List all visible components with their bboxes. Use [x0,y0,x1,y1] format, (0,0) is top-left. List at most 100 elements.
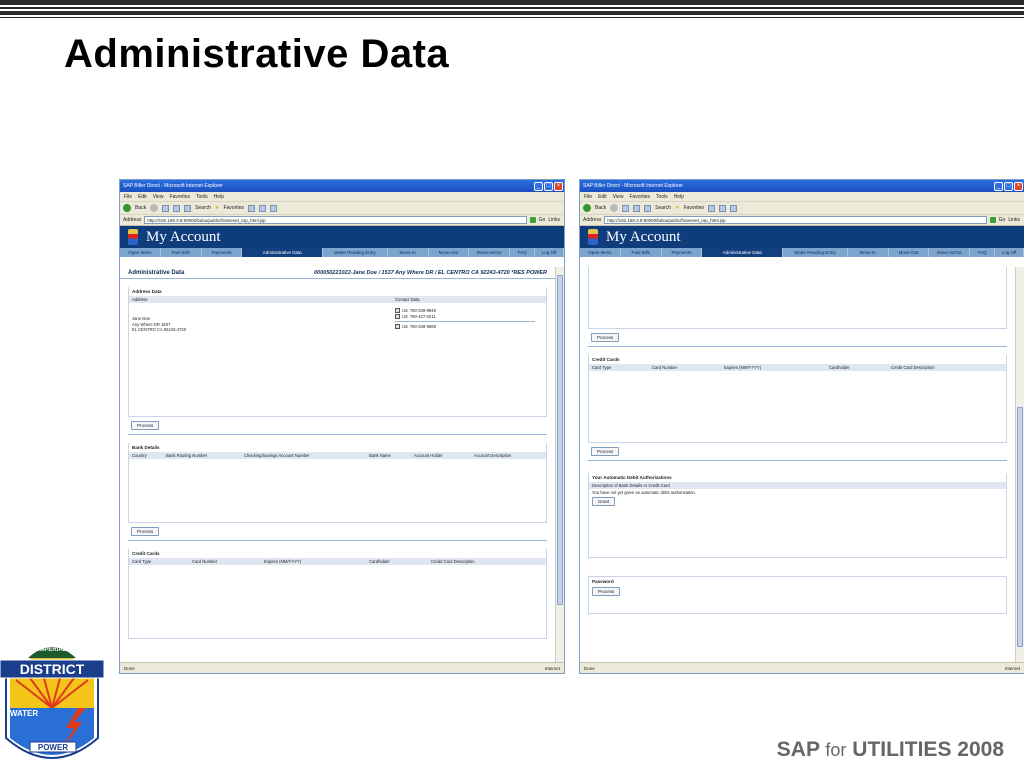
links-button[interactable]: Links [548,217,560,223]
phone-row: US 760-339-9946 [395,308,535,313]
tab-faq[interactable]: FAQ [970,248,996,257]
logo-arc-text: IMPERIAL [38,647,67,653]
tab-faq[interactable]: FAQ [510,248,536,257]
tab-open-items[interactable]: Open Items [580,248,621,257]
maximize-icon[interactable]: □ [1004,181,1013,191]
tab-move-in-out[interactable]: Move-In/Out [469,248,511,257]
history-icon[interactable] [708,204,716,212]
tab-log-off[interactable]: Log Off [995,248,1024,257]
section-title: Bank Details [132,445,160,450]
tab-move-out[interactable]: Move-Out [429,248,470,257]
tab-paid-bills[interactable]: Paid Bills [161,248,202,257]
search-button[interactable]: Search [655,205,671,211]
tab-move-in[interactable]: Move-In [388,248,429,257]
tab-water-reading-entry[interactable]: Water Reading Entry [323,248,388,257]
tab-administrative-data[interactable]: Administrative Data [702,248,784,257]
refresh-icon[interactable] [633,204,641,212]
grant-button[interactable]: Grant [592,496,616,506]
menu-view[interactable]: View [153,194,164,200]
logo-word-district: DISTRICT [20,661,85,677]
menu-help[interactable]: Help [674,194,684,200]
status-bar: Done Internet [580,662,1024,673]
menu-edit[interactable]: Edit [598,194,607,200]
scrollbar-thumb[interactable] [1017,407,1023,647]
process-button[interactable]: Process [592,587,621,596]
back-button[interactable]: Back [595,205,606,211]
favorites-star-icon[interactable]: ★ [215,205,219,211]
scrollbar-thumb[interactable] [557,275,563,605]
forward-icon[interactable] [610,204,619,212]
menu-edit[interactable]: Edit [138,194,147,200]
tab-payments[interactable]: Payments [202,248,243,257]
tab-move-out[interactable]: Move-Out [889,248,930,257]
window-title: SAP Biller Direct - Microsoft Internet E… [583,183,683,189]
go-icon[interactable] [989,217,996,223]
minimize-icon[interactable]: _ [534,181,543,191]
tab-log-off[interactable]: Log Off [535,248,564,257]
tab-administrative-data[interactable]: Administrative Data [242,248,324,257]
menu-tools[interactable]: Tools [196,194,208,200]
go-button[interactable]: Go [539,217,546,223]
url-input[interactable]: http://192.168.3.8:50000/bdsu/public/fra… [604,216,987,224]
status-zone: Internet [544,665,560,671]
home-icon[interactable] [644,204,652,212]
close-icon[interactable]: × [554,181,563,191]
portal-banner: My Account [580,226,1024,248]
go-button[interactable]: Go [999,217,1006,223]
col-bank-name: Bank Name [369,453,391,458]
forward-icon[interactable] [150,204,159,212]
contact-block: US 760-339-9946 US 760-427-0211 US 760-3… [395,307,535,333]
close-icon[interactable]: × [1014,181,1023,191]
tab-water-reading-entry[interactable]: Water Reading Entry [783,248,848,257]
favorites-button[interactable]: Favorites [223,205,244,211]
menu-favorites[interactable]: Favorites [629,194,650,200]
menu-file[interactable]: File [124,194,132,200]
process-button[interactable]: Process [591,447,620,456]
print-icon[interactable] [270,204,278,212]
links-button[interactable]: Links [1008,217,1020,223]
tab-payments[interactable]: Payments [662,248,703,257]
footer-brand-sap: SAP [776,738,820,761]
menu-file[interactable]: File [584,194,592,200]
home-icon[interactable] [184,204,192,212]
tab-move-in[interactable]: Move-In [848,248,889,257]
tab-move-in-out[interactable]: Move-In/Out [929,248,971,257]
refresh-icon[interactable] [173,204,181,212]
mail-icon[interactable] [259,204,267,212]
minimize-icon[interactable]: _ [994,181,1003,191]
search-button[interactable]: Search [195,205,211,211]
maximize-icon[interactable]: □ [544,181,553,191]
back-button[interactable]: Back [135,205,146,211]
menu-view[interactable]: View [613,194,624,200]
back-icon[interactable] [583,204,591,212]
history-icon[interactable] [248,204,256,212]
mail-icon[interactable] [719,204,727,212]
process-button[interactable]: Process [591,333,620,342]
crest-icon [588,229,598,245]
tab-paid-bills[interactable]: Paid Bills [621,248,662,257]
menu-bar: File Edit View Favorites Tools Help [580,192,1024,202]
print-icon[interactable] [730,204,738,212]
stop-icon[interactable] [622,204,630,212]
scrollbar[interactable] [555,267,564,662]
col-card-type: Card Type [132,559,152,564]
section-title: Address Data [132,289,162,294]
process-button[interactable]: Process [131,421,160,430]
menu-tools[interactable]: Tools [656,194,668,200]
process-button[interactable]: Process [131,527,160,536]
address-header-row: Address Contact Data [129,296,546,303]
tab-open-items[interactable]: Open Items [120,248,161,257]
go-icon[interactable] [529,217,536,223]
col-card-description: Credit Card Description [431,559,475,564]
favorites-star-icon[interactable]: ★ [675,205,679,211]
section-title: Password [592,579,614,584]
menu-favorites[interactable]: Favorites [169,194,190,200]
menu-help[interactable]: Help [214,194,224,200]
stop-icon[interactable] [162,204,170,212]
url-input[interactable]: http://192.168.3.8:50000/bdsu/public/fra… [144,216,527,224]
favorites-button[interactable]: Favorites [683,205,704,211]
scrollbar[interactable] [1015,267,1024,662]
back-icon[interactable] [123,204,131,212]
phone-country: US [402,324,408,329]
section-title: Your Automatic Debit Authorizations [592,475,672,480]
